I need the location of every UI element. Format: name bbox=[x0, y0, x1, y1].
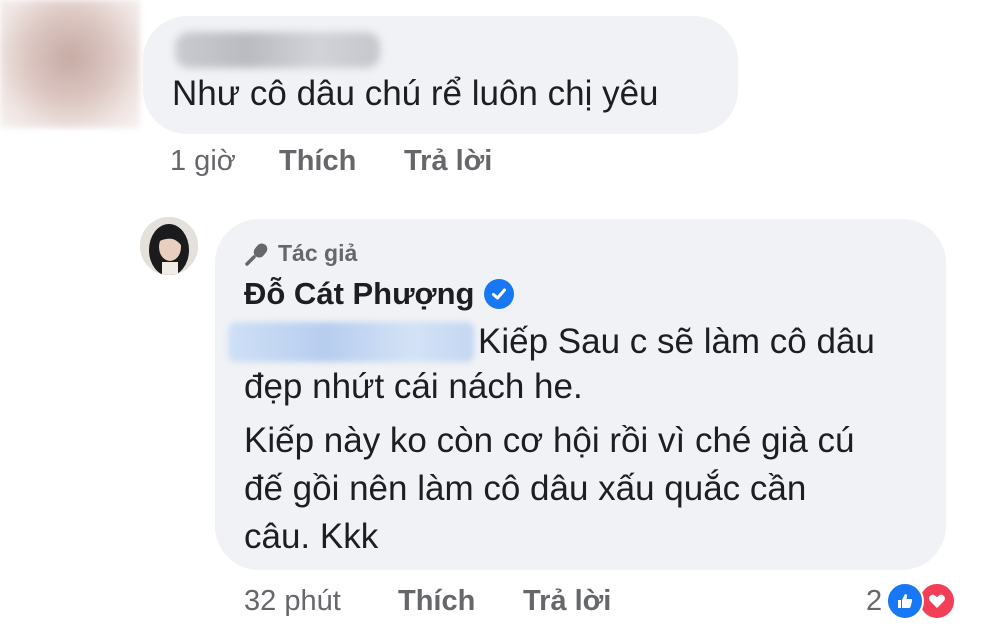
comment-like-button[interactable]: Thích bbox=[279, 145, 356, 178]
author-avatar[interactable] bbox=[140, 217, 198, 275]
mention-tag-blurred[interactable] bbox=[228, 322, 474, 362]
commenter-name-blurred[interactable] bbox=[175, 32, 380, 68]
comment-timestamp[interactable]: 1 giờ bbox=[170, 145, 236, 178]
commenter-avatar-blurred[interactable] bbox=[0, 0, 140, 128]
reply-reply-button[interactable]: Trả lời bbox=[523, 585, 611, 618]
reply-text-line: đẹp nhứt cái nách he. bbox=[244, 367, 583, 406]
comment-reply-button[interactable]: Trả lời bbox=[404, 145, 492, 178]
reply-timestamp[interactable]: 32 phút bbox=[244, 585, 341, 618]
author-name[interactable]: Đỗ Cát Phượng bbox=[244, 276, 474, 312]
reply-like-button[interactable]: Thích bbox=[398, 585, 475, 618]
reaction-summary[interactable]: 2 bbox=[866, 582, 957, 620]
reaction-count[interactable]: 2 bbox=[866, 585, 882, 618]
author-tag: Tác giả bbox=[244, 240, 357, 267]
author-name-link[interactable]: Đỗ Cát Phượng bbox=[244, 276, 515, 312]
reply-text-line: câu. Kkk bbox=[244, 517, 379, 556]
reply-text-line: Kiếp này ko còn cơ hội rồi vì ché già cú bbox=[244, 421, 855, 460]
microphone-icon bbox=[244, 241, 270, 267]
verified-badge-icon bbox=[484, 279, 515, 309]
comment-text: Như cô dâu chú rể luôn chị yêu bbox=[172, 74, 659, 113]
like-icon bbox=[886, 582, 925, 620]
author-tag-label: Tác giả bbox=[278, 240, 358, 266]
reply-text-line: Kiếp Sau c sẽ làm cô dâu bbox=[478, 322, 875, 361]
reply-text-line: đế gồi nên làm cô dâu xấu quắc cần bbox=[244, 469, 807, 508]
